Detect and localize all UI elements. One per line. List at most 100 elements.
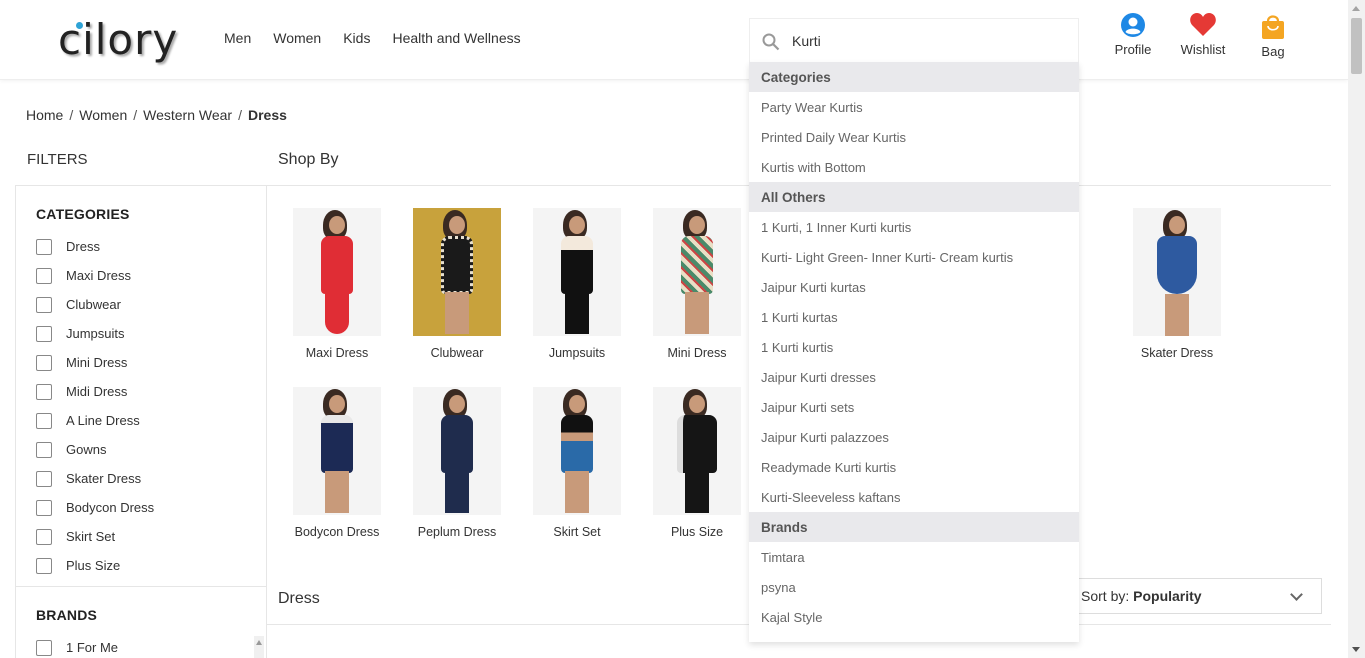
product-image bbox=[533, 208, 621, 336]
category-filter-skater-dress[interactable]: Skater Dress bbox=[16, 464, 266, 493]
search-input[interactable] bbox=[792, 31, 1062, 51]
suggestion-section-brands: Brands bbox=[749, 512, 1079, 542]
nav-men[interactable]: Men bbox=[224, 30, 251, 46]
brand-filter-list: 1 For Me bbox=[16, 633, 266, 658]
tile-label: Mini Dress bbox=[667, 346, 727, 360]
checkbox[interactable] bbox=[36, 528, 52, 545]
category-filter-skirt-set[interactable]: Skirt Set bbox=[16, 522, 266, 551]
product-image bbox=[413, 208, 501, 336]
checkbox[interactable] bbox=[36, 557, 52, 574]
suggestion-item[interactable]: Timtara bbox=[749, 542, 1079, 572]
checkbox[interactable] bbox=[36, 238, 52, 255]
suggestion-item[interactable]: psyna bbox=[749, 572, 1079, 602]
suggestion-item[interactable]: 1 Kurti kurtas bbox=[749, 302, 1079, 332]
suggestion-item[interactable]: Kurtis with Bottom bbox=[749, 152, 1079, 182]
shopby-tile-mini-dress[interactable]: Mini Dress bbox=[642, 208, 752, 360]
breadcrumb-home[interactable]: Home bbox=[26, 107, 63, 123]
bag-icon bbox=[1262, 15, 1284, 39]
site-logo[interactable]: cilory bbox=[58, 12, 178, 68]
site-header: cilory Men Women Kids Health and Wellnes… bbox=[0, 0, 1348, 80]
suggestion-item[interactable]: 1 Kurti, 1 Inner Kurti kurtis bbox=[749, 212, 1079, 242]
search-bar[interactable] bbox=[749, 18, 1079, 62]
page-scrollbar[interactable] bbox=[1348, 0, 1365, 658]
brand-filter-item[interactable]: 1 For Me bbox=[16, 633, 266, 658]
tile-label: Peplum Dress bbox=[417, 525, 497, 539]
category-label: Bodycon Dress bbox=[66, 500, 155, 515]
suggestion-item[interactable]: Kurti- Light Green- Inner Kurti- Cream k… bbox=[749, 242, 1079, 272]
suggestion-item[interactable]: 1 Kurti kurtis bbox=[749, 332, 1079, 362]
category-filter-dress[interactable]: Dress bbox=[16, 232, 266, 261]
scroll-down-arrow[interactable] bbox=[1352, 647, 1360, 652]
brands-heading: BRANDS bbox=[36, 607, 98, 623]
checkbox[interactable] bbox=[36, 639, 52, 656]
chevron-down-icon bbox=[1290, 588, 1303, 601]
category-filter-gowns[interactable]: Gowns bbox=[16, 435, 266, 464]
suggestion-item[interactable]: Kajal Style bbox=[749, 602, 1079, 632]
breadcrumb-separator: / bbox=[69, 107, 74, 123]
wishlist-button[interactable]: Wishlist bbox=[1168, 12, 1238, 59]
category-filter-mini-dress[interactable]: Mini Dress bbox=[16, 348, 266, 377]
checkbox[interactable] bbox=[36, 441, 52, 458]
checkbox[interactable] bbox=[36, 383, 52, 400]
category-filter-plus-size[interactable]: Plus Size bbox=[16, 551, 266, 580]
shopby-title: Shop By bbox=[278, 151, 339, 168]
checkbox[interactable] bbox=[36, 267, 52, 284]
brand-list-scrollbar[interactable] bbox=[254, 636, 264, 658]
checkbox[interactable] bbox=[36, 470, 52, 487]
tile-label: Clubwear bbox=[430, 346, 484, 360]
category-label: A Line Dress bbox=[66, 413, 140, 428]
shopby-tile-clubwear[interactable]: Clubwear bbox=[402, 208, 512, 360]
category-filter-jumpsuits[interactable]: Jumpsuits bbox=[16, 319, 266, 348]
category-filter-midi-dress[interactable]: Midi Dress bbox=[16, 377, 266, 406]
category-label: Gowns bbox=[66, 442, 107, 457]
category-label: Jumpsuits bbox=[66, 326, 125, 341]
checkbox[interactable] bbox=[36, 354, 52, 371]
shopby-tile-skater-dress[interactable]: Skater Dress bbox=[1122, 208, 1232, 360]
bag-button[interactable]: Bag bbox=[1238, 12, 1308, 59]
checkbox[interactable] bbox=[36, 325, 52, 342]
shopby-tile-plus-size[interactable]: Plus Size bbox=[642, 387, 752, 539]
suggestion-item[interactable]: Party Wear Kurtis bbox=[749, 92, 1079, 122]
category-filter-clubwear[interactable]: Clubwear bbox=[16, 290, 266, 319]
suggestion-section-categories: Categories bbox=[749, 62, 1079, 92]
suggestion-item[interactable]: Jaipur Kurti palazzoes bbox=[749, 422, 1079, 452]
product-image bbox=[653, 208, 741, 336]
category-filter-maxi-dress[interactable]: Maxi Dress bbox=[16, 261, 266, 290]
shopby-tile-skirt-set[interactable]: Skirt Set bbox=[522, 387, 632, 539]
checkbox[interactable] bbox=[36, 296, 52, 313]
nav-kids[interactable]: Kids bbox=[343, 30, 370, 46]
category-filter-bodycon-dress[interactable]: Bodycon Dress bbox=[16, 493, 266, 522]
suggestion-section-all-others: All Others bbox=[749, 182, 1079, 212]
suggestion-item[interactable]: Jaipur Kurti dresses bbox=[749, 362, 1079, 392]
nav-health-wellness[interactable]: Health and Wellness bbox=[392, 30, 520, 46]
nav-women[interactable]: Women bbox=[273, 30, 321, 46]
breadcrumb-current: Dress bbox=[247, 107, 287, 123]
scroll-thumb[interactable] bbox=[1351, 18, 1362, 74]
shopby-tile-bodycon-dress[interactable]: Bodycon Dress bbox=[282, 387, 392, 539]
shopby-tile-jumpsuits[interactable]: Jumpsuits bbox=[522, 208, 632, 360]
scroll-up-arrow[interactable] bbox=[1352, 6, 1360, 11]
suggestion-item[interactable]: Jaipur Kurti sets bbox=[749, 392, 1079, 422]
product-image bbox=[533, 387, 621, 515]
header-actions: Profile Wishlist Bag bbox=[1098, 12, 1308, 59]
suggestion-item[interactable]: Readymade Kurti kurtis bbox=[749, 452, 1079, 482]
breadcrumb-western-wear[interactable]: Western Wear bbox=[143, 107, 232, 123]
shopby-tile-peplum-dress[interactable]: Peplum Dress bbox=[402, 387, 512, 539]
sort-prefix: Sort by: bbox=[1081, 588, 1130, 604]
breadcrumb-women[interactable]: Women bbox=[79, 107, 127, 123]
category-filter-a-line-dress[interactable]: A Line Dress bbox=[16, 406, 266, 435]
suggestion-item[interactable]: Printed Daily Wear Kurtis bbox=[749, 122, 1079, 152]
suggestion-item[interactable]: Kurti-Sleeveless kaftans bbox=[749, 482, 1079, 512]
breadcrumb-separator: / bbox=[133, 107, 138, 123]
sort-dropdown[interactable]: Sort by: Popularity bbox=[1068, 578, 1322, 614]
checkbox[interactable] bbox=[36, 499, 52, 516]
suggestion-item[interactable]: Jaipur Kurti kurtas bbox=[749, 272, 1079, 302]
profile-button[interactable]: Profile bbox=[1098, 12, 1168, 59]
shopby-tile-maxi-dress[interactable]: Maxi Dress bbox=[282, 208, 392, 360]
tile-label: Skater Dress bbox=[1140, 346, 1214, 360]
product-image bbox=[1133, 208, 1221, 336]
tile-label: Plus Size bbox=[670, 525, 724, 539]
category-filter-list: Dress Maxi Dress Clubwear Jumpsuits Mini… bbox=[16, 232, 266, 580]
category-label: Plus Size bbox=[66, 558, 121, 573]
checkbox[interactable] bbox=[36, 412, 52, 429]
